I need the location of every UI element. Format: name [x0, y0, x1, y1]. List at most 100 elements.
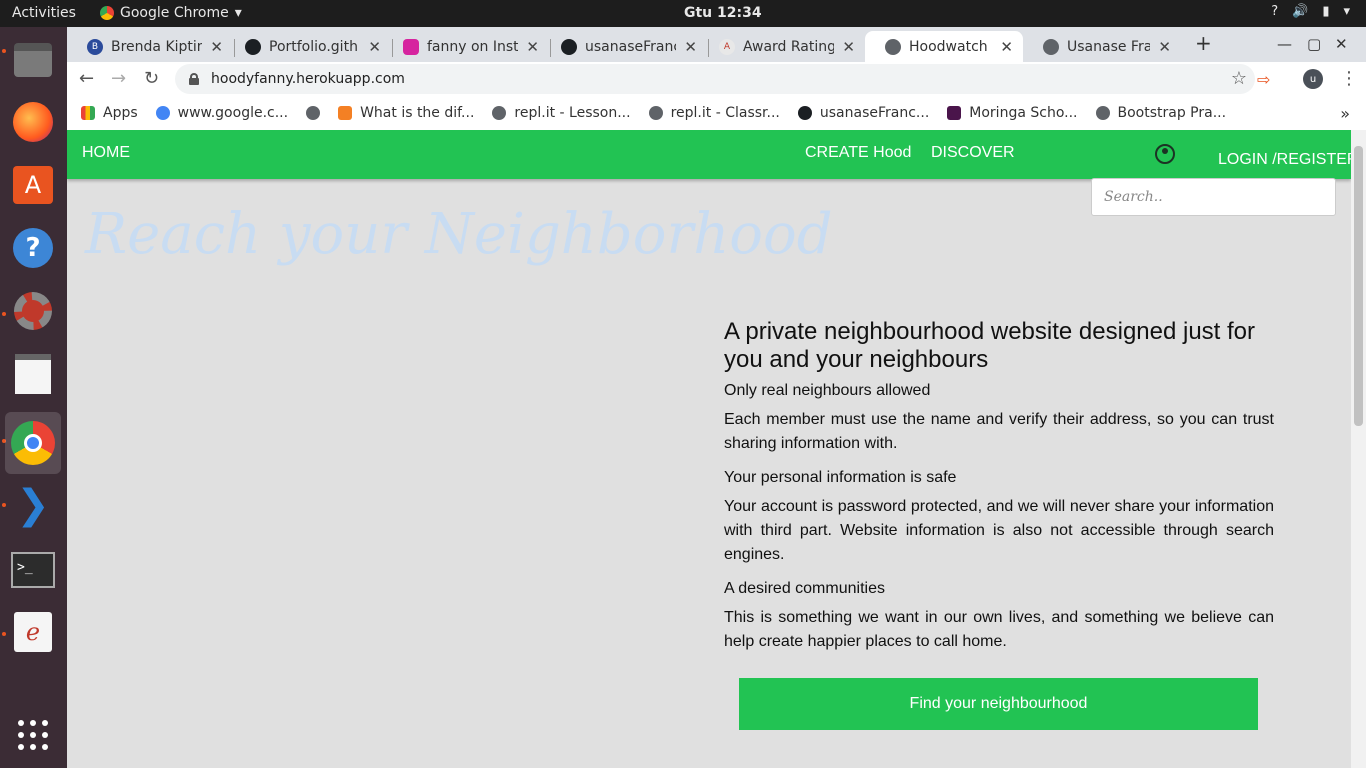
tab-label: usanaseFranc: [585, 38, 677, 55]
tab-brenda[interactable]: B Brenda Kiptim ✕: [67, 31, 233, 62]
url-text: hoodyfanny.herokuapp.com: [211, 71, 405, 87]
replit-icon: [648, 106, 663, 120]
bookmarks-bar: Apps www.google.c... What is the dif... …: [67, 96, 1366, 130]
chevron-down-icon: ▾: [1343, 4, 1350, 19]
intro-section: A private neighbourhood website designed…: [724, 318, 1274, 667]
tab-label: Usanase Fran: [1067, 38, 1151, 55]
section-title: A desired communities: [724, 580, 885, 597]
bookmark-replit-lesson[interactable]: repl.it - Lesson...: [492, 105, 631, 121]
web-page: HOME CREATE Hood DISCOVER LOGIN /REGISTE…: [67, 130, 1351, 768]
dock: A ? ❯ >_ ℯ: [0, 27, 67, 768]
tab-strip: B Brenda Kiptim ✕ Portfolio.gith ✕ fanny…: [67, 27, 1366, 62]
globe-icon: [1043, 38, 1059, 55]
slack-icon: [947, 106, 962, 120]
tab-instagram[interactable]: fanny on Insta ✕: [383, 31, 549, 62]
apps-grid-icon: [81, 106, 95, 120]
nav-discover[interactable]: DISCOVER: [931, 144, 1015, 162]
tab-favicon: B: [87, 38, 103, 55]
find-neighbourhood-button[interactable]: Find your neighbourhood: [739, 678, 1258, 730]
vscode-icon[interactable]: ❯: [8, 480, 58, 530]
stackoverflow-icon: [338, 106, 353, 120]
globe-icon: [885, 38, 901, 55]
tab-usanase-fran[interactable]: Usanase Fran ✕: [1023, 31, 1181, 62]
show-applications-icon[interactable]: [8, 710, 58, 760]
help-icon[interactable]: ?: [8, 223, 58, 273]
bookmark-replit-classroom[interactable]: repl.it - Classr...: [648, 105, 780, 121]
close-icon[interactable]: ✕: [842, 38, 855, 56]
activities-button[interactable]: Activities: [12, 5, 76, 21]
bookmark-apps[interactable]: Apps: [81, 105, 138, 121]
section-title: Only real neighbours allowed: [724, 382, 931, 399]
award-icon: A: [719, 38, 735, 55]
menu-kebab-icon[interactable]: ⋮: [1340, 68, 1358, 89]
chrome-icon: [100, 6, 114, 20]
new-tab-button[interactable]: +: [1195, 31, 1212, 55]
firefox-icon[interactable]: [8, 97, 58, 147]
bookmark-bootstrap[interactable]: Bootstrap Pra...: [1095, 105, 1226, 121]
chrome-icon[interactable]: [5, 412, 61, 474]
tab-award-rating[interactable]: A Award Rating ✕: [699, 31, 865, 62]
extension-icon[interactable]: ⇨: [1257, 70, 1270, 89]
bookmark-globe[interactable]: [306, 106, 321, 120]
close-icon[interactable]: ✕: [526, 38, 539, 56]
bookmark-moringa[interactable]: Moringa Scho...: [947, 105, 1078, 121]
text-editor-icon[interactable]: [8, 349, 58, 399]
running-indicator: [2, 503, 6, 507]
globe-icon: [1095, 106, 1110, 120]
chevron-down-icon: ▾: [234, 5, 242, 21]
nav-home[interactable]: HOME: [82, 144, 130, 162]
running-indicator: [2, 312, 6, 316]
document-viewer-icon[interactable]: ℯ: [8, 607, 58, 657]
back-button[interactable]: ←: [79, 68, 94, 89]
search-input[interactable]: Search..: [1091, 178, 1336, 216]
globe-icon: [306, 106, 321, 120]
close-window-button[interactable]: ✕: [1335, 35, 1348, 53]
scrollbar-thumb[interactable]: [1354, 146, 1363, 426]
hero-heading: Reach your Neighborhood: [85, 202, 833, 267]
volume-icon: 🔊: [1292, 4, 1309, 19]
tab-usanase-github[interactable]: usanaseFranc ✕: [541, 31, 707, 62]
page-title: A private neighbourhood website designed…: [724, 318, 1256, 373]
files-icon[interactable]: [8, 35, 58, 85]
page-scrollbar[interactable]: [1351, 130, 1366, 768]
app-menu[interactable]: Google Chrome ▾: [100, 5, 242, 21]
close-icon[interactable]: ✕: [368, 38, 381, 56]
clock[interactable]: Gtu 12:34: [684, 5, 762, 21]
user-icon[interactable]: [1155, 144, 1175, 164]
forward-button[interactable]: →: [111, 68, 126, 89]
nav-create-hood[interactable]: CREATE Hood: [805, 144, 911, 162]
running-indicator: [2, 49, 6, 53]
reload-button[interactable]: ↻: [144, 68, 159, 89]
tab-portfolio[interactable]: Portfolio.gith ✕: [225, 31, 391, 62]
chevron-right-icon[interactable]: »: [1340, 104, 1350, 123]
tab-label: Award Rating: [743, 38, 835, 55]
address-bar[interactable]: hoodyfanny.herokuapp.com ☆: [175, 64, 1255, 94]
bookmark-google[interactable]: www.google.c...: [155, 105, 288, 121]
close-icon[interactable]: ✕: [684, 38, 697, 56]
bookmark-star-icon[interactable]: ☆: [1231, 68, 1247, 89]
tab-hoodwatch[interactable]: Hoodwatch ✕: [865, 31, 1023, 62]
browser-toolbar: ← → ↻ hoodyfanny.herokuapp.com ☆ ⇨ u ⋮: [67, 62, 1366, 96]
tab-label: Brenda Kiptim: [111, 38, 203, 55]
help-icon: ?: [1271, 4, 1279, 19]
nav-login-register[interactable]: LOGIN /REGISTER: [1218, 151, 1351, 169]
minimize-button[interactable]: —: [1277, 35, 1292, 53]
close-icon[interactable]: ✕: [1000, 38, 1013, 56]
system-top-bar: Activities Google Chrome ▾ Gtu 12:34 ? 🔊…: [0, 0, 1366, 27]
profile-avatar[interactable]: u: [1303, 69, 1323, 89]
github-icon: [561, 38, 577, 55]
close-icon[interactable]: ✕: [210, 38, 223, 56]
section-body: Your account is password protected, and …: [724, 498, 1274, 563]
bookmark-usanase-github[interactable]: usanaseFranc...: [797, 105, 929, 121]
maximize-button[interactable]: ▢: [1307, 35, 1321, 53]
tab-label: fanny on Insta: [427, 38, 519, 55]
running-indicator: [2, 632, 6, 636]
lock-icon: [189, 73, 199, 85]
system-tray[interactable]: ? 🔊 ▮ ▾: [1271, 4, 1350, 19]
section-body: This is something we want in our own liv…: [724, 609, 1274, 650]
software-center-icon[interactable]: A: [8, 160, 58, 210]
bookmark-stackoverflow[interactable]: What is the dif...: [338, 105, 474, 121]
settings-icon[interactable]: [8, 286, 58, 336]
terminal-icon[interactable]: >_: [8, 545, 58, 595]
close-icon[interactable]: ✕: [1158, 38, 1171, 56]
